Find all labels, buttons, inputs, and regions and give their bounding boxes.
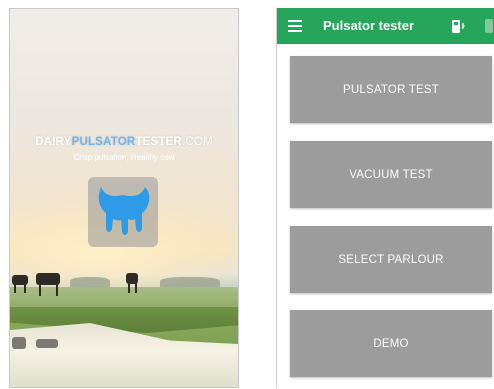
select-parlour-button[interactable]: SELECT PARLOUR [290, 226, 492, 293]
overflow-icon[interactable] [485, 19, 493, 33]
pulsator-test-button[interactable]: PULSATOR TEST [290, 56, 492, 123]
bluetooth-device-icon[interactable] [451, 18, 467, 35]
brand-wordmark: DAIRYPULSATORTESTER.COM [35, 136, 213, 148]
hamburger-menu-icon[interactable] [288, 20, 302, 32]
app-bar: Pulsator tester [277, 8, 494, 44]
tagline: Crisp pulsation, Healthy cow [73, 153, 175, 162]
app-title: Pulsator tester [323, 18, 415, 33]
demo-button[interactable]: DEMO [290, 310, 492, 377]
udder-icon [98, 187, 150, 235]
app-logo [88, 177, 158, 247]
splash-screen: DAIRYPULSATORTESTER.COM Crisp pulsation,… [9, 8, 239, 388]
tree-line [160, 277, 220, 287]
app-screen: Pulsator tester PULSATOR TEST VACUUM TES… [276, 8, 494, 388]
tree-line [70, 277, 110, 287]
vacuum-test-button[interactable]: VACUUM TEST [290, 141, 492, 208]
